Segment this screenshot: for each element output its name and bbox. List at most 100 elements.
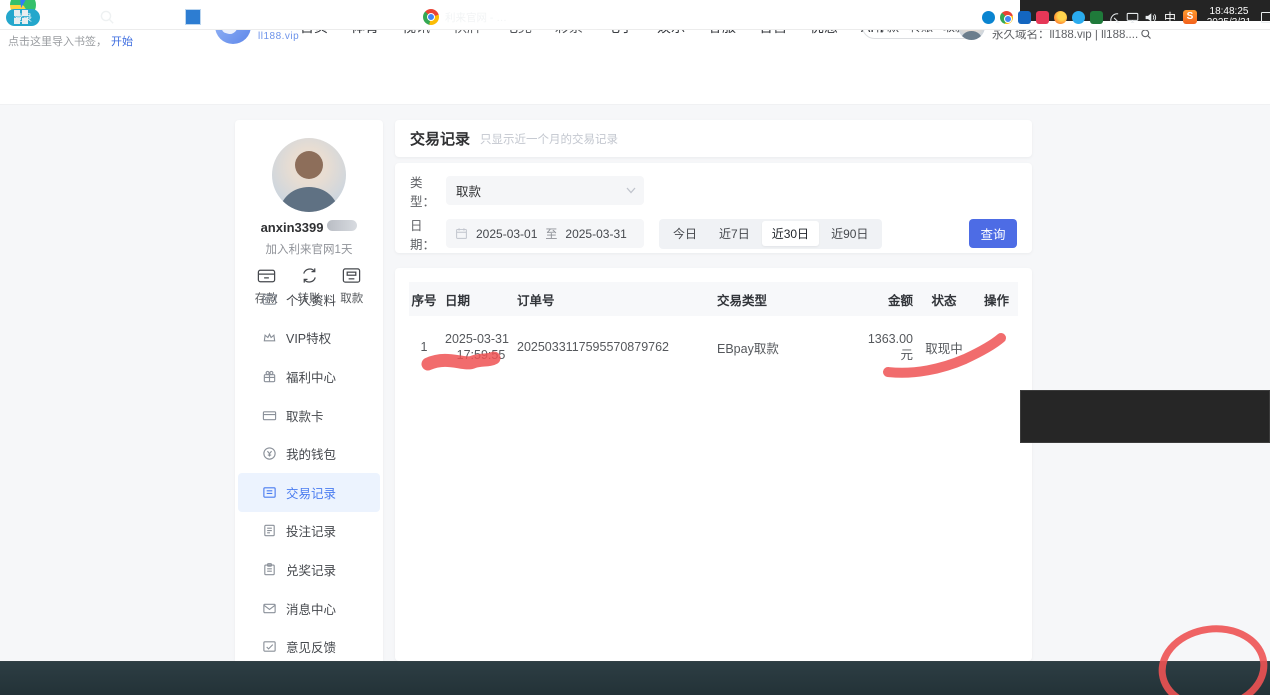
crown-icon [262,330,277,345]
sidebar-item-profile[interactable]: 个人资料 [235,280,383,319]
id-card-icon [262,292,277,307]
sidebar-item-label: 交易记录 [286,483,336,502]
col-order-no: 订单号 [517,290,717,309]
redacted-overlay-middle [1020,390,1270,443]
sidebar-item-label: VIP特权 [286,328,331,347]
range-90d[interactable]: 近90日 [821,221,878,246]
sidebar-item-transactions[interactable]: 交易记录 [238,473,380,512]
query-button[interactable]: 查询 [969,219,1017,248]
table-header-row: 序号 日期 订单号 交易类型 金额 状态 操作 [409,282,1018,316]
transaction-record-icon [262,485,277,500]
avatar-photo[interactable] [272,138,346,212]
chevron-down-icon [626,187,636,194]
table-row: 1 2025-03-3117:59:55 2025033117595570879… [409,316,1018,378]
sidebar-menu: 个人资料 VIP特权 福利中心 取款卡 我的钱包 交易记录 投注记录 兑奖记录 [235,280,383,666]
cell-amount: 1363.00元 [857,331,913,363]
sidebar-username: anxin3399 [261,220,324,235]
sogou-input-icon[interactable]: S [1183,10,1197,24]
volume-icon[interactable] [1144,11,1157,24]
filter-card: 类型： 取款 日期： 2025-03-01 至 2025-03-31 今日 近7… [395,163,1032,253]
bank-card-icon [262,408,277,423]
cell-date: 2025-03-3117:59:55 [439,331,517,363]
date-from-value: 2025-03-01 [476,227,537,241]
taskbar-clock[interactable]: 18:48:252025/3/31 [1202,6,1256,29]
sidebar-item-messages[interactable]: 消息中心 [235,589,383,628]
taskbar [0,661,1270,695]
date-separator: 至 [545,225,557,242]
system-tray: 中 S 18:48:252025/3/31 [982,0,1270,34]
clock-date: 2025/3/31 [1207,17,1252,28]
col-status: 状态 [913,290,975,309]
task-view-icon [185,9,201,25]
taskbar-highlight [520,0,640,34]
range-30d[interactable]: 近30日 [762,221,819,246]
tray-firefox-icon[interactable] [1054,11,1067,24]
col-index: 序号 [409,290,439,309]
tray-chrome-icon[interactable] [1000,11,1013,24]
redeem-record-icon [262,562,277,577]
site-header [0,52,1270,105]
taskbar-window-title: 利来官网 - 极速浏... [445,10,512,25]
taskbar-search-button[interactable] [92,0,122,34]
sidebar-item-label: 兑奖记录 [286,560,336,579]
profile-sidebar: anxin3399 加入利来官网1天 存款 转账 取款 个人资料 VIP特权 福… [235,120,383,661]
sidebar-item-label: 取款卡 [286,406,324,425]
join-days-text: 加入利来官网1天 [235,241,383,257]
date-range-input[interactable]: 2025-03-01 至 2025-03-31 [446,219,644,248]
windows-logo-icon [14,10,28,24]
tray-app-icon-2[interactable] [1018,11,1031,24]
monitor-icon[interactable] [1126,11,1139,24]
clock-time: 18:48:25 [1210,6,1249,17]
level-badge [327,220,357,231]
bookmark-start-link[interactable]: 开始 [111,36,133,48]
cell-status: 取现中 [913,338,975,357]
sidebar-item-label: 福利中心 [286,367,336,386]
page-subtitle: 只显示近一个月的交易记录 [480,131,618,147]
bet-record-icon [262,523,277,538]
task-view-button[interactable] [178,0,208,34]
col-amount: 金额 [857,290,913,309]
start-button[interactable] [8,0,34,34]
cell-type: EBpay取款 [717,338,857,357]
wallet-coin-icon [262,446,277,461]
ime-indicator[interactable]: 中 [1162,9,1178,26]
sidebar-item-label: 个人资料 [286,290,336,309]
tray-app-icon-3[interactable] [1036,11,1049,24]
sidebar-item-wallet[interactable]: 我的钱包 [235,434,383,473]
col-action: 操作 [975,290,1018,309]
gift-icon [262,369,277,384]
envelope-icon [262,601,277,616]
sidebar-item-bets[interactable]: 投注记录 [235,512,383,551]
range-today[interactable]: 今日 [663,221,707,246]
sidebar-item-redeem[interactable]: 兑奖记录 [235,550,383,589]
bookmark-import-hint: 点击这里导入书签， 开始 [8,33,133,49]
calendar-icon [455,227,468,240]
sidebar-item-label: 我的钱包 [286,444,336,463]
col-date: 日期 [439,290,517,309]
action-center-icon[interactable] [1261,12,1270,23]
taskbar-window-button[interactable]: 利来官网 - 极速浏... [415,0,520,34]
tray-app-icon-1[interactable] [982,11,995,24]
range-7d[interactable]: 近7日 [709,221,760,246]
feedback-icon [262,639,277,654]
cell-index: 1 [409,340,439,354]
satellite-dish-icon[interactable] [1108,11,1121,24]
sidebar-item-welfare[interactable]: 福利中心 [235,357,383,396]
tray-telegram-icon[interactable] [1072,11,1085,24]
type-select[interactable]: 取款 [446,176,644,205]
sidebar-item-vip[interactable]: VIP特权 [235,319,383,358]
sidebar-item-label: 消息中心 [286,599,336,618]
date-label: 日期： [410,215,446,253]
type-label: 类型： [410,172,446,210]
sidebar-item-label: 投注记录 [286,521,336,540]
sidebar-item-withdraw-card[interactable]: 取款卡 [235,396,383,435]
tray-app-icon-4[interactable] [1090,11,1103,24]
date-to-value: 2025-03-31 [565,227,626,241]
chrome-icon [423,9,439,25]
bookmark-hint-text: 点击这里导入书签， [8,36,107,48]
page-title-card: 交易记录 只显示近一个月的交易记录 [395,120,1032,157]
range-segmented-control: 今日 近7日 近30日 近90日 [659,219,882,249]
transactions-table-card: 序号 日期 订单号 交易类型 金额 状态 操作 1 2025-03-3117:5… [395,268,1032,661]
type-select-value: 取款 [456,181,481,200]
page-title: 交易记录 [410,128,470,149]
